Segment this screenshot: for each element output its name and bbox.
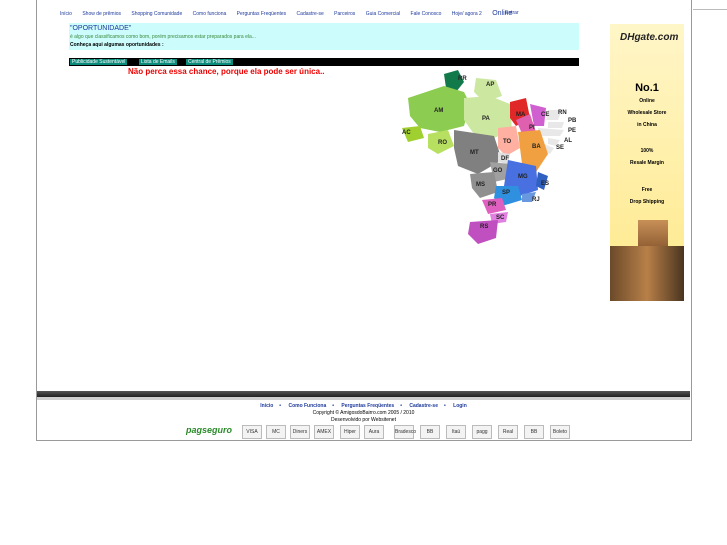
footer-link-inicio[interactable]: Início bbox=[260, 403, 273, 409]
tab-publicidade[interactable]: Publicidade Sustentável bbox=[70, 59, 128, 65]
pagseguro-logo: pagseguro bbox=[186, 425, 233, 435]
footer-link-como-funciona[interactable]: Como Funciona bbox=[288, 403, 326, 409]
banner-cta: Conheça aqui algumas oportunidades : bbox=[70, 42, 164, 48]
map-label-al: AL bbox=[564, 138, 572, 144]
map-label-ro: RO bbox=[438, 140, 447, 146]
online-prefix: Hoje/ agora 2 bbox=[451, 11, 482, 17]
footer-sep: • bbox=[279, 403, 282, 409]
headline: Não perca essa chance, porque ela pode s… bbox=[128, 67, 325, 76]
map-label-df: DF bbox=[501, 156, 509, 162]
footer-link-login[interactable]: Login bbox=[453, 403, 467, 409]
map-label-ba: BA bbox=[532, 144, 541, 150]
footer-developed-by[interactable]: Desenvolvido por Websitenet bbox=[0, 417, 727, 423]
ad-line-free: Free bbox=[641, 187, 653, 193]
ad-people-image bbox=[610, 246, 684, 301]
diners-icon: Diners bbox=[290, 425, 310, 439]
nav-item-show-de-premios[interactable]: Show de prêmios bbox=[82, 11, 121, 17]
hipercard-icon: Hiper bbox=[340, 425, 360, 439]
pagg-icon: pagg bbox=[472, 425, 492, 439]
ad-logo: DHgate.com bbox=[620, 32, 679, 43]
bb-icon: BB bbox=[420, 425, 440, 439]
nav-item-shopping[interactable]: Shopping Comunidade bbox=[131, 11, 182, 17]
map-label-rs: RS bbox=[480, 224, 488, 230]
tab-lista-emails[interactable]: Lista de Emails bbox=[139, 59, 177, 65]
map-label-rr: RR bbox=[458, 76, 467, 82]
online-counter: Hoje/ agora 2 Online bbox=[451, 10, 513, 17]
map-label-se: SE bbox=[556, 145, 564, 151]
map-label-ma: MA bbox=[516, 112, 526, 118]
map-label-ce: CE bbox=[541, 112, 549, 118]
bb-debit-icon: BB bbox=[524, 425, 544, 439]
map-label-es: ES bbox=[541, 181, 549, 187]
footer-links: Início • Como Funciona • Perguntas Freqüen… bbox=[0, 403, 727, 409]
footer-sub-bar bbox=[37, 397, 690, 400]
brazil-map: RR AP AM PA MA CE RN PB PE AL SE PI AC R… bbox=[402, 70, 577, 244]
map-label-mt: MT bbox=[470, 150, 479, 156]
map-label-to: TO bbox=[503, 139, 512, 145]
map-label-pi: PI bbox=[529, 125, 535, 131]
visa-icon: VISA bbox=[242, 425, 262, 439]
footer-sep: • bbox=[443, 403, 446, 409]
tab-central-premios[interactable]: Central de Prêmios bbox=[186, 59, 233, 65]
ad-line-online: Online bbox=[639, 98, 655, 104]
footer-link-cadastre-se[interactable]: Cadastre-se bbox=[409, 403, 438, 409]
top-divider bbox=[693, 9, 727, 10]
map-label-sc: SC bbox=[496, 215, 505, 221]
bradesco-icon: Bradesco bbox=[394, 425, 416, 439]
aura-icon: Aura bbox=[364, 425, 384, 439]
ad-no1: No.1 bbox=[635, 82, 659, 94]
nav-item-cadastre-se[interactable]: Cadastre-se bbox=[297, 11, 324, 17]
dhgate-ad[interactable]: DHgate.com No.1 Online Wholesale Store i… bbox=[610, 24, 684, 301]
footer-sep: • bbox=[400, 403, 402, 409]
map-label-ms: MS bbox=[476, 182, 485, 188]
state-pb bbox=[548, 122, 564, 128]
state-pe bbox=[538, 128, 564, 136]
itau-icon: Itaú bbox=[446, 425, 466, 439]
map-label-ap: AP bbox=[486, 82, 494, 88]
nav-item-parceiros[interactable]: Parceiros bbox=[334, 11, 355, 17]
top-nav: Início Show de prêmios Shopping Comunida… bbox=[60, 10, 521, 17]
mastercard-icon: MC bbox=[266, 425, 286, 439]
map-label-rj: RJ bbox=[532, 197, 540, 203]
banner-subtitle: é algo que classificamos como bom, porém… bbox=[70, 34, 256, 40]
map-label-pb: PB bbox=[568, 118, 577, 124]
map-label-pr: PR bbox=[488, 202, 497, 208]
nav-item-guia-comercial[interactable]: Guia Comercial bbox=[366, 11, 400, 17]
map-label-am: AM bbox=[434, 108, 443, 114]
nav-item-fale-conosco[interactable]: Fale Conosco bbox=[411, 11, 442, 17]
ad-line-china: in China bbox=[637, 122, 657, 128]
real-icon: Real bbox=[498, 425, 518, 439]
map-label-rn: RN bbox=[558, 110, 567, 116]
amex-icon: AMEX bbox=[314, 425, 334, 439]
map-label-go: GO bbox=[493, 168, 503, 174]
ad-line-dropship: Drop Shipping bbox=[629, 199, 665, 205]
nav-item-faq[interactable]: Perguntas Freqüentes bbox=[237, 11, 286, 17]
login-link[interactable]: Entrar bbox=[505, 10, 519, 16]
ad-line-wholesale: Wholesale Store bbox=[627, 110, 667, 116]
map-label-mg: MG bbox=[518, 174, 528, 180]
nav-item-como-funciona[interactable]: Como funciona bbox=[193, 11, 227, 17]
banner-heading: "OPORTUNIDADE" bbox=[70, 25, 132, 32]
ad-line-margin: Resale Margin bbox=[630, 160, 664, 166]
footer-link-faq[interactable]: Perguntas Freqüentes bbox=[341, 403, 394, 409]
nav-item-inicio[interactable]: Início bbox=[60, 11, 72, 17]
boleto-icon: Boleto bbox=[550, 425, 570, 439]
map-label-sp: SP bbox=[502, 190, 510, 196]
ad-line-percent: 100% bbox=[640, 148, 654, 154]
opportunity-banner: "OPORTUNIDADE" é algo que classificamos … bbox=[69, 23, 579, 50]
map-label-ac: AC bbox=[402, 130, 411, 136]
tab-bar: Publicidade Sustentável Lista de Emails … bbox=[69, 58, 579, 66]
map-label-pa: PA bbox=[482, 116, 491, 122]
map-label-pe: PE bbox=[568, 128, 576, 134]
footer-sep: • bbox=[332, 403, 334, 409]
footer-copyright: Copyright © AmigosdoBairro.com 2005 / 20… bbox=[312, 410, 415, 416]
